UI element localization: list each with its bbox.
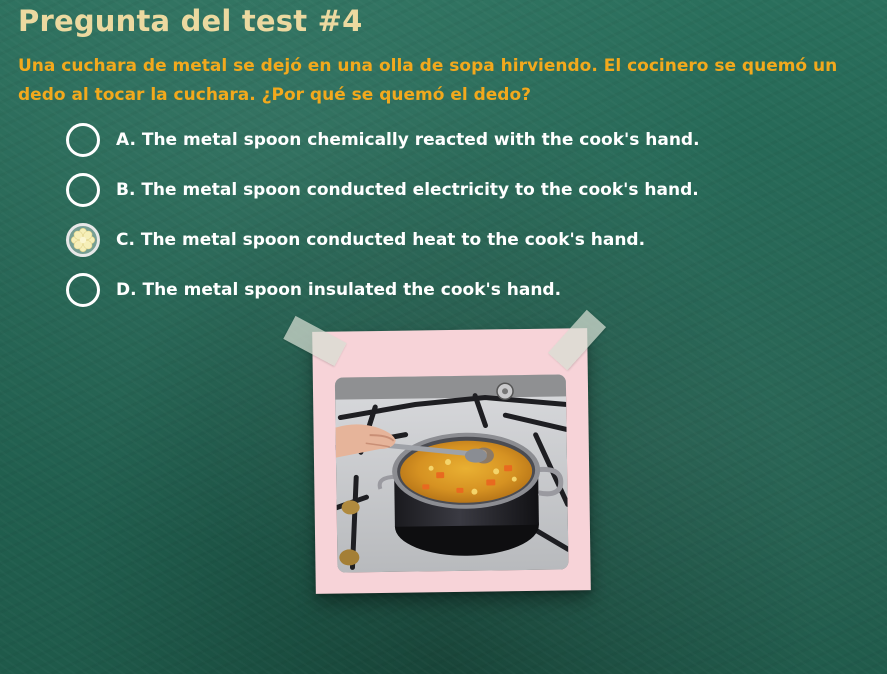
option-c[interactable]: C. The metal spoon conducted heat to the… (66, 220, 700, 260)
photo-note (312, 328, 591, 594)
soup-pot-illustration (334, 374, 569, 573)
radio-circle-icon[interactable] (66, 123, 100, 157)
option-d[interactable]: D. The metal spoon insulated the cook's … (66, 270, 700, 310)
option-b-label: B. The metal spoon conducted electricity… (116, 180, 699, 200)
option-a[interactable]: A. The metal spoon chemically reacted wi… (66, 120, 700, 160)
question-text: Una cuchara de metal se dejó en una olla… (18, 56, 838, 105)
option-c-label: C. The metal spoon conducted heat to the… (116, 230, 646, 250)
radio-circle-icon[interactable] (66, 173, 100, 207)
radio-circle-icon[interactable] (66, 223, 100, 257)
answer-options: A. The metal spoon chemically reacted wi… (66, 120, 700, 320)
option-a-label: A. The metal spoon chemically reacted wi… (116, 130, 700, 150)
page-title: Pregunta del test #4 (18, 4, 363, 38)
radio-circle-icon[interactable] (66, 273, 100, 307)
soup-pot-photo (334, 374, 569, 573)
flower-mark-icon (71, 228, 95, 252)
option-d-label: D. The metal spoon insulated the cook's … (116, 280, 562, 300)
option-b[interactable]: B. The metal spoon conducted electricity… (66, 170, 700, 210)
